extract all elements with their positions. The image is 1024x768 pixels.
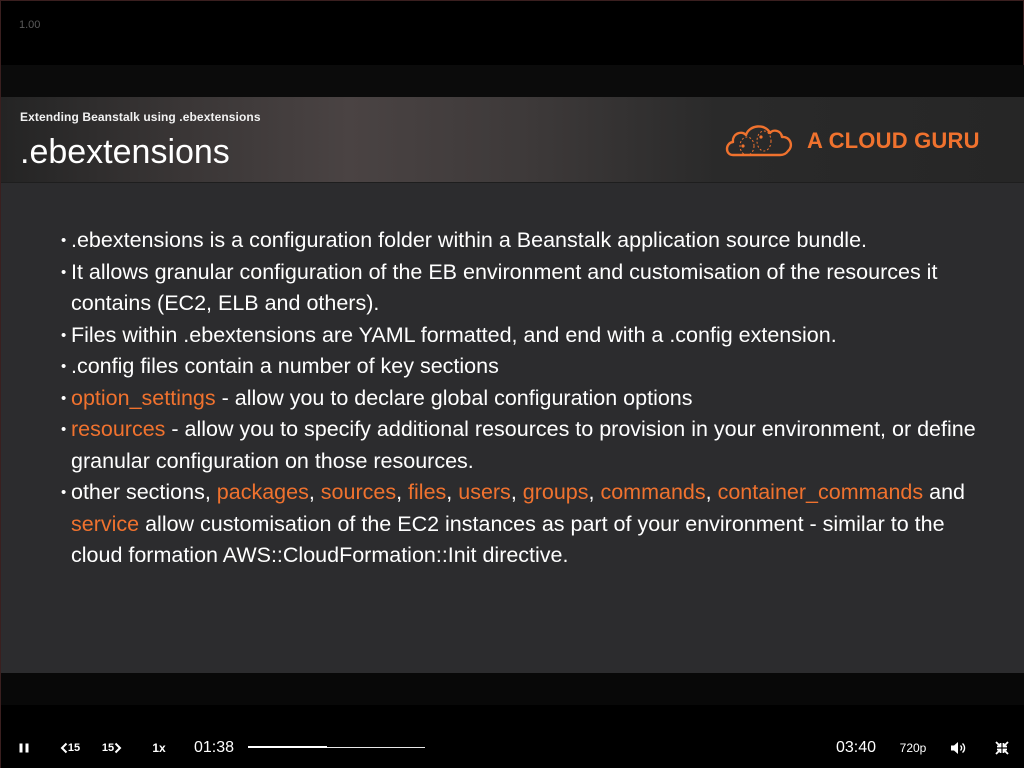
playback-speed-label: 1x: [152, 741, 166, 755]
bullet-text: and: [923, 480, 965, 504]
slide-bullet-list: .ebextensions is a configuration folder …: [61, 225, 1001, 572]
bullet-keyword: option_settings: [71, 385, 216, 410]
letterbox-bottom: [1, 673, 1024, 705]
exit-fullscreen-icon: [995, 741, 1009, 755]
brand-logo: A CLOUD GURU: [723, 119, 980, 163]
slide-bullet: Files within .ebextensions are YAML form…: [61, 320, 1001, 352]
bullet-text: - allow you to specify additional resour…: [71, 417, 976, 473]
volume-button[interactable]: [947, 737, 969, 759]
slide-bullet: .ebextensions is a configuration folder …: [61, 225, 1001, 257]
total-time: 03:40: [836, 739, 877, 756]
skip-forward-button[interactable]: 15: [99, 737, 125, 759]
exit-fullscreen-button[interactable]: [991, 737, 1013, 759]
playback-rate-indicator: 1.00: [19, 19, 41, 31]
current-time: 01:38: [194, 739, 235, 756]
slide-bullet: .config files contain a number of key se…: [61, 351, 1001, 383]
slide-title: .ebextensions: [20, 133, 230, 171]
bullet-text: ,: [588, 480, 601, 504]
cloud-icon: [725, 125, 793, 157]
bullet-text: other sections,: [71, 480, 217, 504]
letterbox-top: [1, 65, 1024, 97]
slide-header: Extending Beanstalk using .ebextensions …: [1, 97, 1024, 183]
slide-bullet: It allows granular configuration of the …: [61, 257, 1001, 320]
slide-bullet: option_settings - allow you to declare g…: [61, 383, 1001, 415]
video-frame[interactable]: Extending Beanstalk using .ebextensions …: [1, 97, 1024, 673]
bullet-keyword: files: [408, 480, 447, 504]
skip-back-label: 15: [67, 742, 81, 754]
bullet-text: ,: [446, 480, 459, 504]
bullet-keyword: commands: [600, 480, 706, 504]
control-bar: 15 15 1x 01:38 03:40 720p: [1, 705, 1024, 768]
bullet-keyword: resources: [71, 417, 166, 441]
bullet-text: ,: [308, 480, 321, 504]
bullet-text: Files within .ebextensions are YAML form…: [71, 322, 837, 347]
bullet-text: allow customisation of the EC2 instances…: [71, 511, 945, 568]
bullet-keyword: container_commands: [717, 480, 924, 504]
bullet-keyword: service: [71, 511, 140, 536]
quality-button[interactable]: 720p: [896, 737, 930, 759]
pause-button[interactable]: [13, 737, 35, 759]
progress-bar-fill: [248, 746, 327, 748]
speaker-icon: [951, 742, 966, 754]
chevron-left-icon: [60, 742, 68, 754]
bullet-keyword: packages: [216, 480, 309, 504]
slide-bullet: resources - allow you to specify additio…: [61, 414, 1001, 477]
skip-back-button[interactable]: 15: [57, 737, 83, 759]
playback-speed-button[interactable]: 1x: [147, 737, 171, 759]
progress-bar[interactable]: [248, 746, 425, 748]
bullet-text: - allow you to declare global configurat…: [215, 385, 693, 410]
bullet-text: It allows granular configuration of the …: [71, 259, 938, 316]
bullet-text: ,: [396, 480, 409, 504]
video-player[interactable]: 1.00 Extending Beanstalk using .ebextens…: [0, 0, 1024, 768]
bullet-text: .ebextensions is a configuration folder …: [71, 228, 867, 252]
bullet-text: .config files contain a number of key se…: [71, 354, 499, 378]
chevron-right-icon: [114, 742, 122, 754]
pause-icon: [19, 743, 29, 753]
bullet-keyword: users: [458, 480, 511, 504]
bullet-keyword: groups: [522, 480, 589, 504]
slide-subtitle: Extending Beanstalk using .ebextensions: [20, 110, 261, 124]
bullet-keyword: sources: [320, 480, 397, 504]
skip-forward-label: 15: [101, 742, 115, 754]
bullet-text: ,: [705, 480, 718, 504]
slide-bullet: other sections, packages, sources, files…: [61, 477, 1001, 572]
bullet-text: ,: [510, 480, 523, 504]
brand-name: A CLOUD GURU: [807, 128, 980, 153]
